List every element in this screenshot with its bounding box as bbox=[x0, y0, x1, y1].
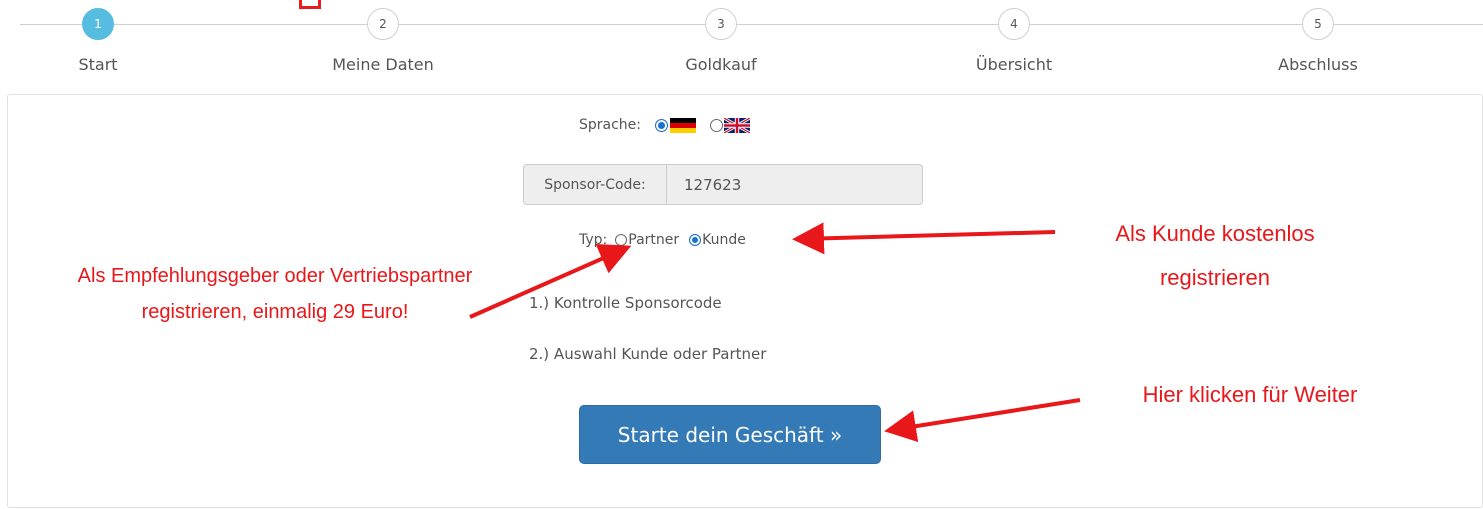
annotation-arrows bbox=[469, 222, 1081, 443]
step-number: 1 bbox=[82, 8, 114, 40]
arrow-next bbox=[884, 398, 1081, 443]
step-number: 2 bbox=[367, 8, 399, 40]
step-number: 3 bbox=[705, 8, 737, 40]
arrow-partner bbox=[469, 244, 632, 319]
arrow-customer bbox=[792, 222, 1056, 255]
step-number: 4 bbox=[998, 8, 1030, 40]
step-number: 5 bbox=[1302, 8, 1334, 40]
